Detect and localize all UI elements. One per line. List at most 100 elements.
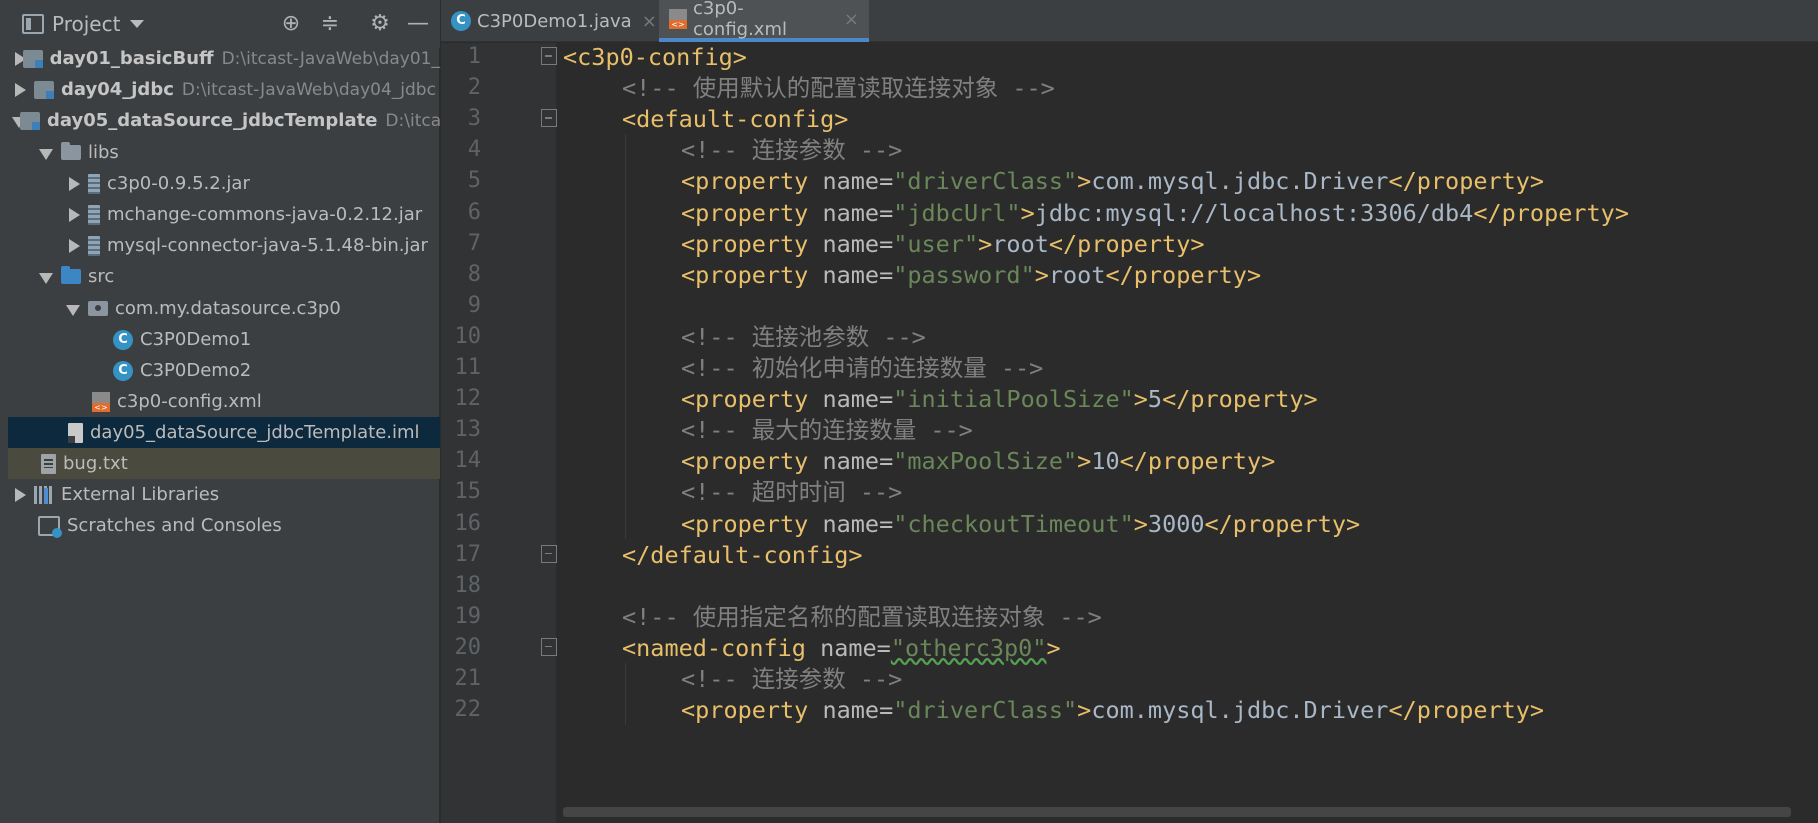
code-token: <property [681,509,823,538]
tree-item-mchange-jar[interactable]: mchange-commons-java-0.2.12.jar [8,199,440,230]
tree-item-label: src [88,266,115,287]
locate-icon[interactable]: ⊕ [277,10,305,38]
indent-guide [625,663,626,726]
code-token: > [978,229,993,258]
tab-label: C3P0Demo1.java [477,10,632,32]
code-token: > [1020,198,1035,227]
tree-item-label: day05_dataSource_jdbcTemplate [47,110,378,131]
tree-item-c3p0demo2[interactable]: C C3P0Demo2 [8,355,440,386]
expand-arrow-icon[interactable] [12,51,25,66]
expand-arrow-icon[interactable] [66,176,80,191]
libraries-icon [34,485,54,504]
tree-item-label: bug.txt [63,453,128,474]
expand-arrow-icon[interactable] [12,82,26,97]
module-icon [20,111,40,130]
tree-item-label: Scratches and Consoles [67,515,282,536]
chevron-down-icon[interactable] [130,20,145,28]
indent-guide [625,134,626,539]
close-icon[interactable]: × [642,11,657,32]
jar-icon [88,204,100,225]
collapse-arrow-icon[interactable] [39,146,53,160]
code-token: "jdbcUrl" [893,198,1021,227]
jar-icon [88,173,100,194]
tree-item-c3p0-config-xml[interactable]: c3p0-config.xml [8,386,440,417]
expand-arrow-icon[interactable] [12,487,26,502]
code-token: "otherc3p0" [890,633,1047,662]
code-token: "user" [893,229,979,258]
expand-arrow-icon[interactable] [66,207,80,222]
tree-item-package[interactable]: com.my.datasource.c3p0 [8,293,440,324]
project-view-selector[interactable]: Project [22,12,145,36]
code-token: </property> [1105,260,1262,289]
code-token: > [1034,260,1049,289]
code-token: "initialPoolSize" [893,385,1134,414]
tab-c3p0demo1-java[interactable]: C C3P0Demo1.java × [441,0,659,42]
xml-file-icon [669,9,687,29]
tree-item-day05-datasource[interactable]: day05_dataSource_jdbcTemplate D:\itcast [8,105,457,136]
code-token: root [992,229,1049,258]
tree-item-libs[interactable]: libs [8,137,440,168]
code-token: "maxPoolSize" [893,447,1078,476]
tree-item-c3p0demo1[interactable]: C C3P0Demo1 [8,324,440,355]
tree-item-label: day01_basicBuff [49,48,214,69]
code-token: </default-config> [622,540,863,569]
code-token: <!-- 超时时间 --> [681,478,903,507]
code-token: <property [681,167,823,196]
collapse-all-icon[interactable]: ≑ [316,10,344,38]
jar-icon [88,235,100,256]
code-token: > [1046,633,1061,662]
code-line[interactable]: </default-config> [622,537,863,573]
panel-title: Project [52,12,121,36]
code-token: </property> [1119,447,1276,476]
code-token: <named-config [622,633,821,662]
code-token: <!-- 最大的连接数量 --> [681,416,973,445]
tree-item-label: day04_jdbc [61,79,174,100]
tree-item-day04-jdbc[interactable]: day04_jdbc D:\itcast-JavaWeb\day04_jdbc [8,74,440,105]
tree-item-iml[interactable]: day05_dataSource_jdbcTemplate.iml [8,417,440,448]
code-token: 10 [1091,447,1120,476]
tab-c3p0-config-xml[interactable]: c3p0-config.xml × [659,0,869,42]
fold-marker-icon[interactable] [541,544,557,563]
tree-item-c3p0-jar[interactable]: c3p0-0.9.5.2.jar [8,168,440,199]
horizontal-scrollbar[interactable] [563,807,1791,817]
fold-marker-icon[interactable] [541,47,557,65]
folder-icon [61,142,81,160]
code-token: name= [822,167,894,196]
tree-item-label: C3P0Demo2 [140,360,252,381]
module-icon [22,49,43,68]
collapse-arrow-icon[interactable] [66,302,80,316]
iml-file-icon [68,422,83,443]
xml-file-icon [92,391,110,412]
tree-item-path: D:\itcast-JavaWeb\day01_ [221,48,440,69]
tree-item-mysql-connector-jar[interactable]: mysql-connector-java-5.1.48-bin.jar [8,230,440,261]
code-token: <property [681,260,823,289]
fold-marker-icon[interactable] [541,637,557,656]
tree-item-src[interactable]: src [8,261,440,292]
tree-item-label: c3p0-0.9.5.2.jar [107,173,250,194]
close-icon[interactable]: × [844,9,859,30]
tree-item-bug-txt[interactable]: bug.txt [8,448,440,479]
gear-icon[interactable]: ⚙ [366,10,394,38]
tree-item-scratches[interactable]: Scratches and Consoles [8,510,440,541]
tree-item-day01-basicbuff[interactable]: day01_basicBuff D:\itcast-JavaWeb\day01_ [8,43,440,74]
code-line[interactable]: <property name="password">root</property… [681,257,1261,293]
code-token: "checkoutTimeout" [893,509,1134,538]
tree-item-label: libs [88,142,119,163]
scratches-icon [38,515,62,538]
code-token: root [1048,260,1106,289]
collapse-arrow-icon[interactable] [39,270,53,284]
fold-marker-icon[interactable] [541,109,557,128]
code-token: name= [822,198,894,227]
code-line[interactable]: <property name="driverClass">com.mysql.j… [681,692,1544,728]
tree-item-label: mchange-commons-java-0.2.12.jar [107,204,423,225]
expand-arrow-icon[interactable] [66,238,80,253]
code-token: name= [822,696,894,725]
code-editor[interactable]: 1 2 3 4 5 6 7 8 9 10 11 12 13 14 15 16 17 18 19 20 21 22 <c3p… [441,43,1818,823]
tree-item-label: c3p0-config.xml [117,391,262,412]
minimize-icon[interactable]: — [404,10,432,38]
project-panel-header: Project ⊕ ≑ ⚙ — [0,0,440,48]
code-token: > [1077,447,1092,476]
tree-item-external-libraries[interactable]: External Libraries [8,479,440,510]
code-token: </property> [1162,385,1318,414]
code-token: name= [822,447,894,476]
